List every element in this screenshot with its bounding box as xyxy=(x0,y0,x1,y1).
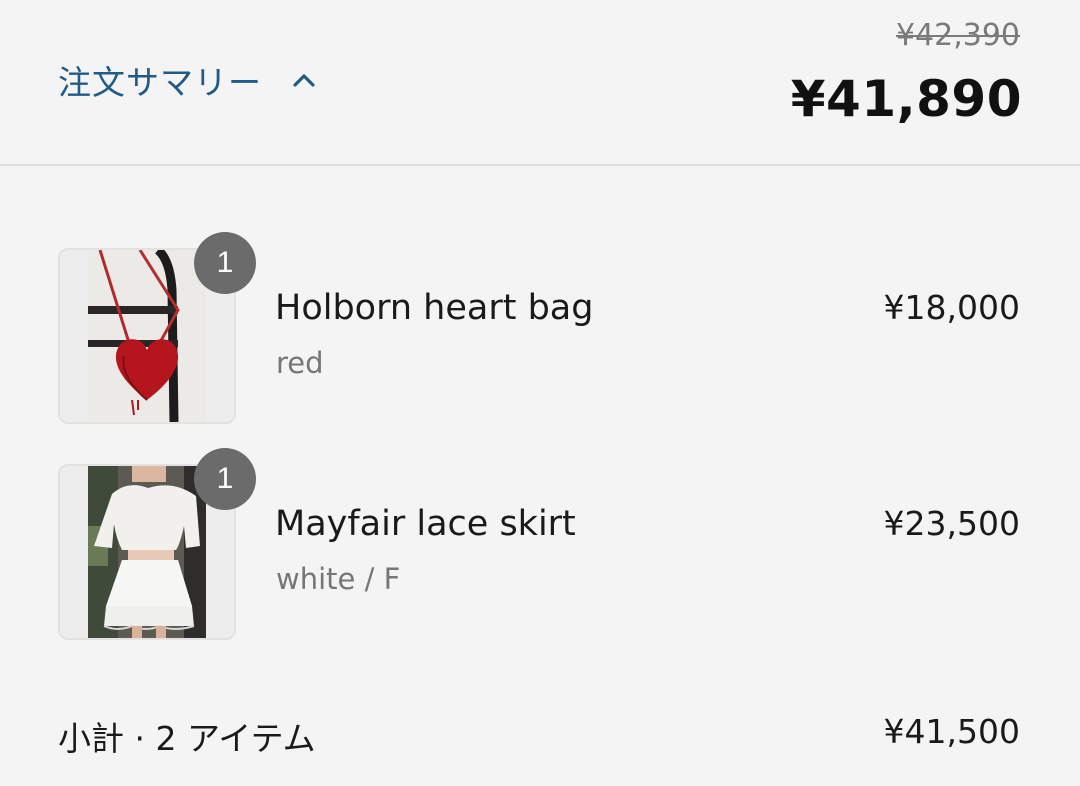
order-summary-label: 注文サマリー xyxy=(58,63,262,102)
product-thumbnail: 1 xyxy=(58,232,256,424)
line-item: 1 Mayfair lace skirt white / F ¥23,500 xyxy=(0,448,1080,644)
item-title: Mayfair lace skirt xyxy=(275,504,576,544)
item-title: Holborn heart bag xyxy=(275,288,594,328)
subtotal-value: ¥41,500 xyxy=(883,712,1020,751)
line-item: 1 Holborn heart bag red ¥18,000 xyxy=(0,232,1080,428)
item-variant: white / F xyxy=(276,562,401,596)
compare-at-total: ¥42,390 xyxy=(895,18,1020,53)
item-price: ¥23,500 xyxy=(883,504,1020,543)
item-price: ¥18,000 xyxy=(883,288,1020,327)
item-variant: red xyxy=(276,346,324,380)
order-total: ¥41,890 xyxy=(790,70,1022,128)
product-thumbnail: 1 xyxy=(58,448,256,640)
chevron-up-icon xyxy=(292,68,316,92)
subtotal-row: 小計 · 2 アイテム ¥41,500 xyxy=(0,712,1080,762)
lace-skirt-photo xyxy=(88,466,206,638)
quantity-badge: 1 xyxy=(194,232,256,294)
subtotal-label: 小計 · 2 アイテム xyxy=(58,719,316,758)
quantity-badge: 1 xyxy=(194,448,256,510)
order-summary-header: 注文サマリー ¥42,390 ¥41,890 xyxy=(0,0,1080,166)
order-summary-toggle[interactable]: 注文サマリー xyxy=(58,56,316,104)
heart-bag-photo xyxy=(88,250,206,422)
